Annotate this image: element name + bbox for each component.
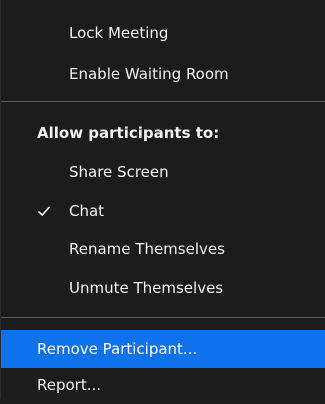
menu-item-label: Remove Participant... (37, 340, 198, 358)
menu-item-label: Unmute Themselves (69, 279, 224, 297)
menu-item-chat[interactable]: Chat (1, 192, 325, 230)
menu-separator (1, 317, 325, 318)
allow-participants-heading: Allow participants to: (1, 114, 325, 152)
section-heading: Allow participants to: (37, 124, 220, 142)
menu-item-share-screen[interactable]: Share Screen (1, 153, 325, 191)
menu-item-unmute-themselves[interactable]: Unmute Themselves (1, 269, 325, 307)
menu-item-label: Share Screen (69, 163, 169, 181)
menu-item-report[interactable]: Report... (1, 366, 325, 404)
security-menu: Lock Meeting Enable Waiting Room Allow p… (0, 0, 325, 399)
menu-item-label: Rename Themselves (69, 240, 225, 258)
menu-item-enable-waiting-room[interactable]: Enable Waiting Room (1, 55, 325, 93)
menu-separator (1, 101, 325, 102)
menu-item-lock-meeting[interactable]: Lock Meeting (1, 14, 325, 52)
menu-item-label: Lock Meeting (69, 24, 169, 42)
menu-item-rename-themselves[interactable]: Rename Themselves (1, 230, 325, 268)
menu-item-remove-participant[interactable]: Remove Participant... (1, 330, 325, 368)
menu-item-label: Report... (37, 376, 102, 394)
checkmark-icon (37, 192, 57, 230)
menu-item-label: Chat (69, 202, 105, 220)
menu-item-label: Enable Waiting Room (69, 65, 229, 83)
